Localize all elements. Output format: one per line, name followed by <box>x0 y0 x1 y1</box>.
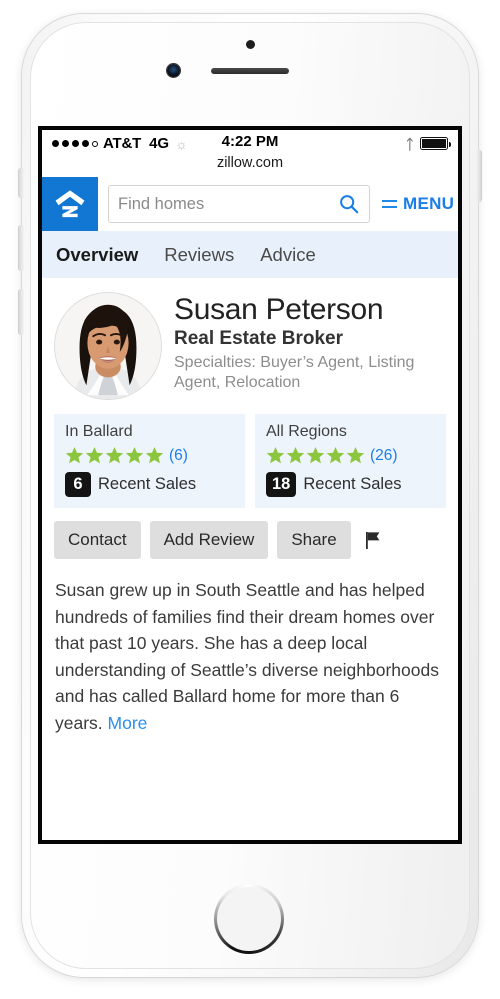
spinner-icon: ☼ <box>175 135 188 152</box>
stat-card-all-regions: All Regions (26) 18 Recent Sales <box>255 414 446 508</box>
star-icon <box>65 446 84 464</box>
tab-reviews[interactable]: Reviews <box>164 244 234 266</box>
star-icon <box>266 446 285 464</box>
site-header: MENU <box>42 177 458 231</box>
search-container <box>98 177 378 231</box>
recent-sales-label: Recent Sales <box>303 475 402 493</box>
tab-overview[interactable]: Overview <box>56 244 138 266</box>
earpiece-speaker <box>211 68 289 74</box>
tab-advice[interactable]: Advice <box>260 244 316 266</box>
action-buttons: Contact Add Review Share <box>42 508 458 559</box>
star-icon <box>125 446 144 464</box>
battery-full-icon <box>420 137 452 150</box>
star-icon <box>85 446 104 464</box>
agent-specialties: Specialties: Buyer’s Agent, Listing Agen… <box>174 353 415 392</box>
power-button[interactable] <box>476 150 481 202</box>
review-count[interactable]: (26) <box>370 447 398 465</box>
menu-button[interactable]: MENU <box>378 177 458 231</box>
agent-bio-text: Susan grew up in South Seattle and has h… <box>55 580 439 733</box>
carrier-label: AT&T <box>103 135 142 152</box>
star-icon <box>306 446 325 464</box>
rating-stars <box>65 446 164 465</box>
stat-card-in-ballard: In Ballard (6) 6 Recent Sales <box>54 414 245 508</box>
search-icon[interactable] <box>338 193 360 215</box>
proximity-sensor-icon <box>246 40 255 49</box>
phone-screen: AT&T 4G ☼ 4:22 PM ᛏ zillow.com Find home… <box>38 126 462 844</box>
url-label: zillow.com <box>216 155 284 171</box>
rating-stars <box>266 446 365 465</box>
search-box[interactable] <box>108 185 370 223</box>
star-icon <box>346 446 365 464</box>
agent-profile-header: Susan Peterson Real Estate Broker Specia… <box>42 278 458 406</box>
star-icon <box>286 446 305 464</box>
bio-more-link[interactable]: More <box>108 713 148 733</box>
status-bar: AT&T 4G ☼ 4:22 PM ᛏ zillow.com <box>42 130 458 177</box>
silent-switch[interactable] <box>19 168 24 198</box>
star-icon <box>105 446 124 464</box>
flag-icon <box>365 531 380 549</box>
recent-sales-label: Recent Sales <box>98 475 197 493</box>
signal-strength-icon <box>52 140 98 147</box>
agent-bio: Susan grew up in South Seattle and has h… <box>42 559 458 737</box>
stat-card-title: In Ballard <box>65 423 133 440</box>
star-icon <box>145 446 164 464</box>
hamburger-menu-icon <box>382 199 397 209</box>
agent-avatar <box>54 292 162 400</box>
star-icon <box>326 446 345 464</box>
profile-tabs: Overview Reviews Advice <box>42 231 458 278</box>
recent-sales-badge: 6 <box>65 472 91 497</box>
recent-sales-badge: 18 <box>266 472 297 497</box>
contact-button[interactable]: Contact <box>54 521 141 559</box>
volume-down-button[interactable] <box>19 289 24 335</box>
agent-title: Real Estate Broker <box>174 327 343 349</box>
review-count[interactable]: (6) <box>169 447 188 465</box>
stat-card-title: All Regions <box>266 423 347 440</box>
phone-mockup: AT&T 4G ☼ 4:22 PM ᛏ zillow.com Find home… <box>0 0 500 999</box>
network-type-label: 4G <box>149 135 170 152</box>
volume-up-button[interactable] <box>19 225 24 271</box>
zillow-logo[interactable] <box>42 177 98 231</box>
front-camera-icon <box>167 64 180 77</box>
share-button[interactable]: Share <box>277 521 351 559</box>
search-input[interactable] <box>118 194 338 214</box>
bluetooth-icon: ᛏ <box>405 135 414 152</box>
menu-label: MENU <box>403 194 455 213</box>
home-button[interactable] <box>214 884 284 954</box>
add-review-button[interactable]: Add Review <box>149 521 269 559</box>
flag-button[interactable] <box>362 529 383 552</box>
stats-cards: In Ballard (6) 6 Recent Sales All Region… <box>42 406 458 508</box>
agent-info: Susan Peterson Real Estate Broker Specia… <box>174 292 446 400</box>
agent-name: Susan Peterson <box>174 293 384 326</box>
